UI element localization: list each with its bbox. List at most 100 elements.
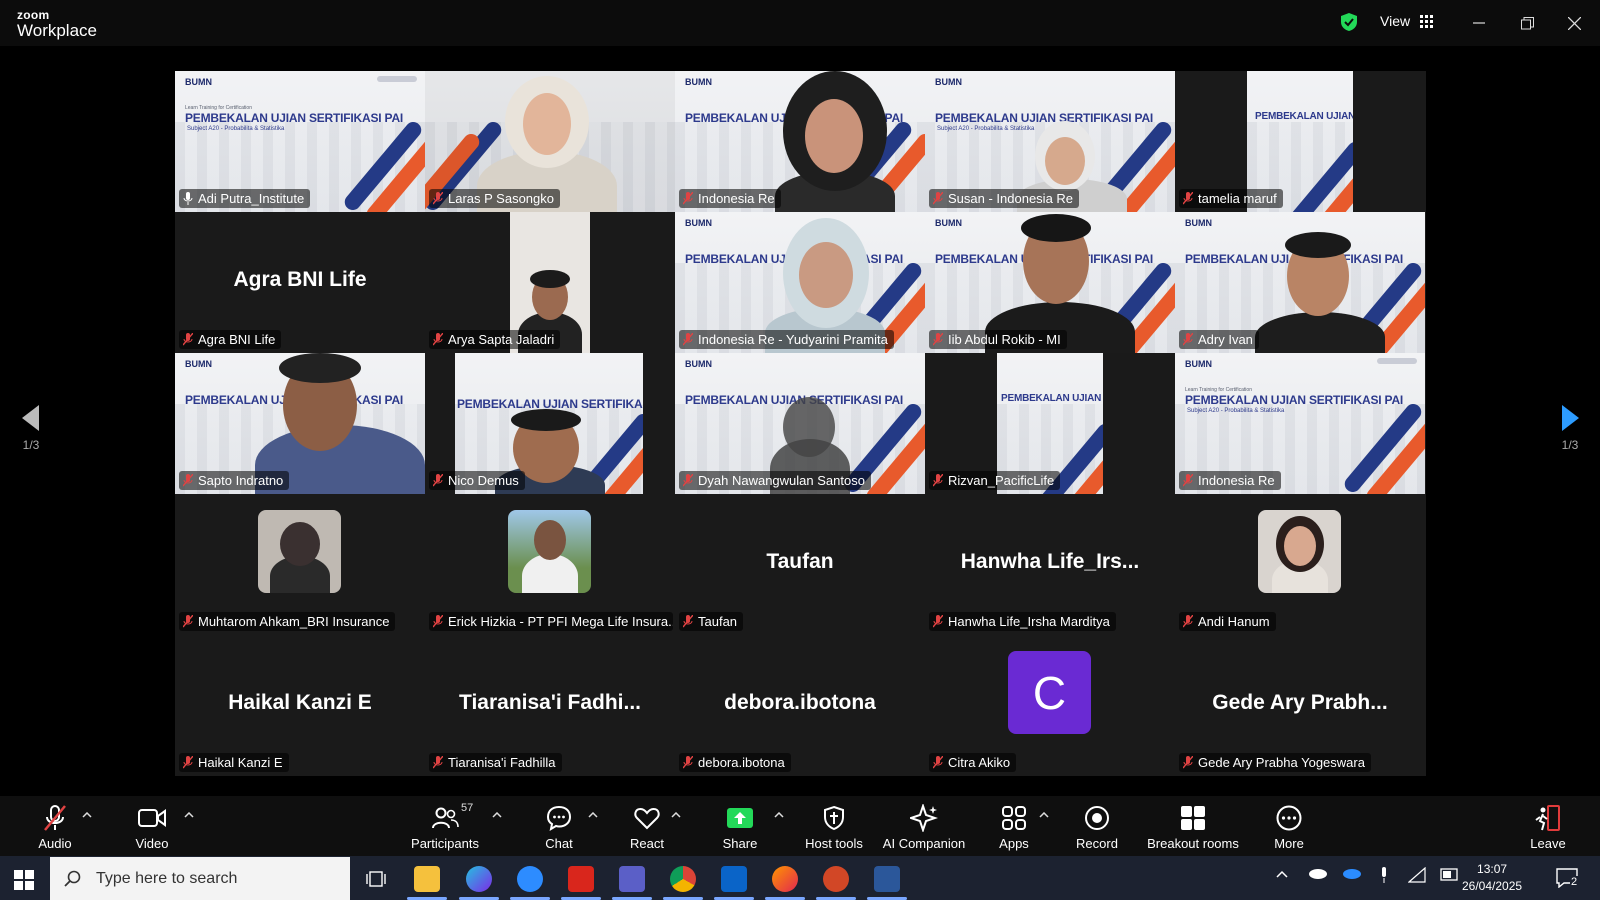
more-button[interactable]: More: [1264, 804, 1314, 851]
task-view-button[interactable]: [366, 869, 386, 894]
participant-tile[interactable]: Laras P Sasongko: [425, 71, 675, 212]
participant-tile[interactable]: BUMN PEMBEKALAN UJIAN SERTIFIKASI PAI Ii…: [925, 212, 1175, 353]
participant-tile[interactable]: PEMBEKALAN UJIAN SERTIFIKASI PAI tamelia…: [1175, 71, 1425, 212]
muted-mic-icon: [1183, 333, 1193, 346]
page-indicator-left: 1/3: [22, 438, 40, 452]
participant-name-label: Andi Hanum: [1179, 612, 1276, 631]
participants-icon: [432, 807, 459, 829]
participant-tile[interactable]: BUMN Learn Training for Certification PE…: [1175, 353, 1425, 494]
participant-tile[interactable]: PEMBEKALAN UJIAN SERTIFIKASI PAI Rizvan_…: [925, 353, 1175, 494]
slide-brand: BUMN: [1185, 359, 1212, 369]
microphone-icon[interactable]: [1379, 867, 1389, 886]
outlook-icon[interactable]: [721, 866, 747, 892]
wifi-icon[interactable]: [1407, 866, 1426, 886]
participant-name: Indonesia Re - Yudyarini Pramita: [698, 332, 888, 347]
participant-tile[interactable]: Gede Ary Prabh... Gede Ary Prabha Yogesw…: [1175, 635, 1425, 776]
participant-tile[interactable]: BUMN PEMBEKALAN UJIAN SERTIFIKASI PAI Dy…: [675, 353, 925, 494]
participant-name: Susan - Indonesia Re: [948, 191, 1074, 206]
participant-name-label: Laras P Sasongko: [429, 189, 560, 208]
participant-tile[interactable]: C Citra Akiko: [925, 635, 1175, 776]
participant-tile[interactable]: Muhtarom Ahkam_BRI Insurance: [175, 494, 425, 635]
host-tools-button[interactable]: Host tools: [800, 804, 868, 851]
record-icon: [1085, 806, 1109, 830]
participant-tile[interactable]: debora.ibotona debora.ibotona: [675, 635, 925, 776]
apps-options-caret[interactable]: [1039, 810, 1049, 821]
participant-name: Rizvan_PacificLife: [948, 473, 1055, 488]
participant-tile[interactable]: Hanwha Life_Irs... Hanwha Life_Irsha Mar…: [925, 494, 1175, 635]
battery-icon[interactable]: [1440, 867, 1460, 886]
participant-name-label: Gede Ary Prabha Yogeswara: [1179, 753, 1371, 772]
arrow-left-icon: [22, 405, 39, 431]
taskbar-search-box[interactable]: Type here to search: [50, 857, 350, 900]
video-options-caret[interactable]: [184, 810, 194, 821]
participant-tile[interactable]: Haikal Kanzi E Haikal Kanzi E: [175, 635, 425, 776]
participant-tile[interactable]: Arya Sapta Jaladri: [425, 212, 675, 353]
participant-tile[interactable]: Tiaranisa'i Fadhi... Tiaranisa'i Fadhill…: [425, 635, 675, 776]
view-button[interactable]: View: [1380, 13, 1434, 29]
slide-brand: BUMN: [185, 77, 212, 87]
encryption-shield-icon[interactable]: [1340, 12, 1358, 32]
audio-button[interactable]: Audio: [30, 804, 80, 851]
participant-tile[interactable]: PEMBEKALAN UJIAN SERTIFIKASI PAI Nico De…: [425, 353, 675, 494]
participants-count: 57: [461, 802, 474, 814]
minimize-icon: [1473, 22, 1485, 24]
show-hidden-icons-button[interactable]: [1276, 867, 1288, 881]
canva-icon[interactable]: [466, 866, 492, 892]
participant-tile[interactable]: BUMN PEMBEKALAN UJIAN SERTIFIKASI PAI Su…: [925, 71, 1175, 212]
react-options-caret[interactable]: [671, 810, 681, 821]
audio-options-caret[interactable]: [82, 810, 92, 821]
chrome-icon[interactable]: [670, 866, 696, 892]
participant-tile[interactable]: Agra BNI Life Agra BNI Life: [175, 212, 425, 353]
participant-name: Gede Ary Prabha Yogeswara: [1198, 755, 1365, 770]
notification-center-button[interactable]: 2: [1556, 868, 1582, 890]
system-clock[interactable]: 13:07 26/04/2025: [1462, 861, 1522, 895]
leave-button[interactable]: Leave: [1523, 804, 1573, 851]
powerpoint-icon[interactable]: [823, 866, 849, 892]
participant-tile[interactable]: BUMN PEMBEKALAN UJIAN SERTIFIKASI PAI In…: [675, 212, 925, 353]
start-button[interactable]: [14, 870, 34, 895]
ai-companion-button[interactable]: AI Companion: [877, 804, 971, 851]
participant-tile[interactable]: BUMN PEMBEKALAN UJIAN SERTIFIKASI PAI Sa…: [175, 353, 425, 494]
slide-brand: BUMN: [185, 359, 212, 369]
participant-tile[interactable]: BUMN PEMBEKALAN UJIAN SERTIFIKASI PAI Ad…: [1175, 212, 1425, 353]
participant-name: Laras P Sasongko: [448, 191, 554, 206]
share-button[interactable]: Share: [715, 804, 765, 851]
acrobat-icon[interactable]: [568, 866, 594, 892]
share-options-caret[interactable]: [774, 810, 784, 821]
participants-options-caret[interactable]: [492, 810, 502, 821]
word-icon[interactable]: [874, 866, 900, 892]
chat-button[interactable]: Chat: [534, 804, 584, 851]
previous-page-button[interactable]: 1/3: [11, 405, 51, 452]
mic-muted-icon: [44, 805, 66, 831]
participant-name-label: Haikal Kanzi E: [179, 753, 289, 772]
participant-tile[interactable]: BUMN PEMBEKALAN UJIAN SERTIFIKASI PAI In…: [675, 71, 925, 212]
host-tools-label: Host tools: [805, 836, 863, 851]
notification-count: 2: [1570, 876, 1579, 888]
participant-tile[interactable]: Taufan Taufan: [675, 494, 925, 635]
muted-mic-icon: [933, 192, 943, 205]
participant-tile[interactable]: Andi Hanum: [1175, 494, 1425, 635]
teams-icon[interactable]: [619, 866, 645, 892]
chevron-up-icon: [1276, 870, 1288, 878]
participant-tile[interactable]: BUMN Learn Training for Certification PE…: [175, 71, 425, 212]
apps-button[interactable]: Apps: [989, 804, 1039, 851]
onedrive-business-icon[interactable]: [1342, 867, 1362, 882]
zoom-icon[interactable]: [517, 866, 543, 892]
minimize-button[interactable]: [1466, 10, 1492, 36]
onedrive-icon[interactable]: [1308, 867, 1328, 882]
participant-name-label: Taufan: [679, 612, 744, 631]
firefox-icon[interactable]: [772, 866, 798, 892]
record-button[interactable]: Record: [1072, 804, 1122, 851]
participant-tile[interactable]: Erick Hizkia - PT PFI Mega Life Insura..…: [425, 494, 675, 635]
restore-button[interactable]: [1514, 10, 1540, 36]
slide-subtitle: Subject A20 - Probabilita & Statistika: [937, 126, 1035, 132]
next-page-button[interactable]: 1/3: [1550, 405, 1590, 452]
participant-name: Indonesia Re: [1198, 473, 1275, 488]
chat-options-caret[interactable]: [588, 810, 598, 821]
video-button[interactable]: Video: [127, 804, 177, 851]
breakout-rooms-button[interactable]: Breakout rooms: [1146, 804, 1240, 851]
close-button[interactable]: [1561, 10, 1587, 36]
react-button[interactable]: React: [622, 804, 672, 851]
file-explorer-icon[interactable]: [414, 866, 440, 892]
participant-name-label: Nico Demus: [429, 471, 525, 490]
